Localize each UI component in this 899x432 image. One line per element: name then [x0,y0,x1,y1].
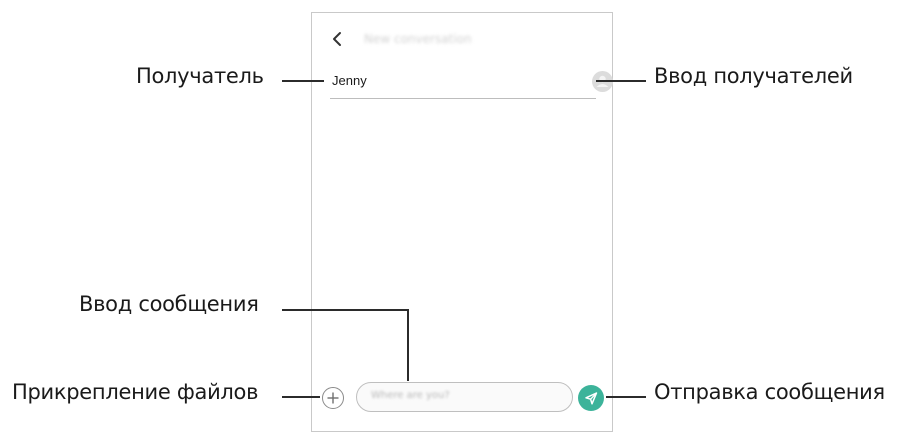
phone-screen: New conversation Jenny Where are you? [311,12,613,432]
callout-recipient-label: Получатель [136,64,264,88]
callout-message-input-label: Ввод сообщения [79,292,259,316]
callout-send-message-line [606,396,646,398]
screen-title: New conversation [364,32,472,46]
callout-attach-files-label: Прикрепление файлов [12,380,259,404]
callout-attach-files-line [282,396,320,398]
send-icon [585,392,598,405]
recipient-value: Jenny [332,73,367,88]
callout-message-input-line-v [407,309,409,381]
attach-button[interactable] [322,387,344,409]
send-button[interactable] [578,385,604,411]
message-input[interactable]: Where are you? [356,382,573,412]
callout-recipient-input-line [596,80,646,82]
callout-message-input-line-h [282,309,409,311]
back-button[interactable] [327,28,347,50]
plus-icon [327,392,339,404]
chevron-left-icon [333,32,341,46]
message-placeholder: Where are you? [371,390,450,401]
callout-recipient-input-label: Ввод получателей [654,64,853,88]
callout-recipient-line [282,80,324,82]
callout-send-message-label: Отправка сообщения [654,380,885,404]
recipient-field[interactable]: Jenny [330,71,613,99]
